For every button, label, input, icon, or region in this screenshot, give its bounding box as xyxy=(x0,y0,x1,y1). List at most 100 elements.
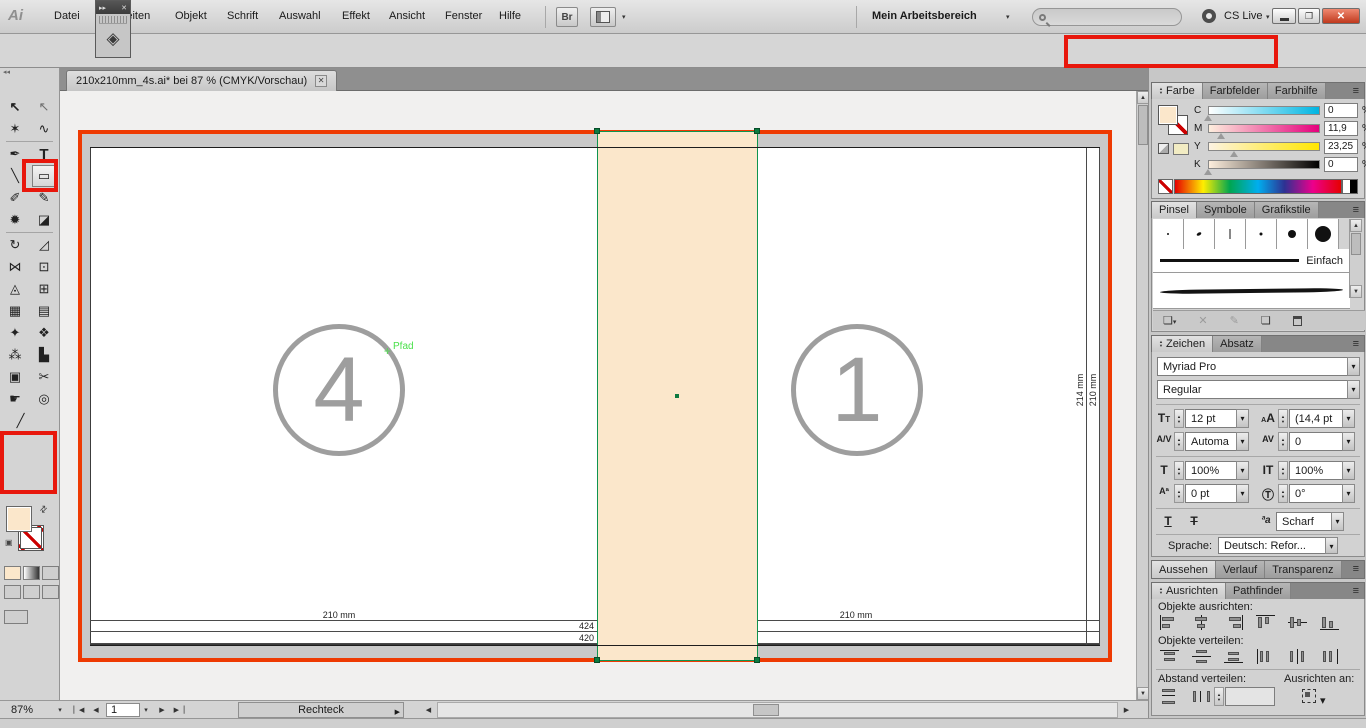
selection-handle-br[interactable] xyxy=(754,657,760,663)
baseline-shift-stepper[interactable] xyxy=(1174,484,1184,503)
selection-tool[interactable]: ↖ xyxy=(3,96,28,118)
vertical-scale-stepper[interactable] xyxy=(1278,461,1288,480)
column-graph-tool[interactable]: ▙ xyxy=(32,344,57,366)
tab-pinsel[interactable]: Pinsel xyxy=(1152,202,1197,218)
leading-dropdown-icon[interactable] xyxy=(1342,409,1355,428)
distribute-hcenter-icon[interactable] xyxy=(1288,649,1307,664)
vertical-scale-field[interactable]: 100% xyxy=(1289,461,1343,480)
kerning-stepper[interactable] xyxy=(1174,432,1184,451)
rotate-tool[interactable]: ↻ xyxy=(3,234,28,256)
distribute-top-icon[interactable] xyxy=(1160,649,1179,664)
menu-ansicht[interactable]: Ansicht xyxy=(389,10,425,22)
gradient-mode-button[interactable] xyxy=(23,566,40,580)
mesh-tool[interactable]: ▦ xyxy=(3,300,28,322)
tab-zeichen[interactable]: Zeichen xyxy=(1152,336,1213,352)
menu-datei[interactable]: Datei xyxy=(54,10,80,22)
horizontal-spacing-icon[interactable] xyxy=(1192,689,1211,704)
align-to-dropdown-icon[interactable]: ▾ xyxy=(1320,694,1326,707)
font-style-field[interactable]: Regular xyxy=(1157,380,1348,399)
new-brush-icon[interactable]: ❏ xyxy=(1261,314,1271,327)
leading-stepper[interactable] xyxy=(1278,409,1288,428)
tab-pathfinder[interactable]: Pathfinder xyxy=(1226,583,1291,599)
tab-transparenz[interactable]: Transparenz xyxy=(1265,561,1341,578)
align-left-icon[interactable] xyxy=(1160,615,1179,630)
artboard-dropdown-icon[interactable]: ▾ xyxy=(140,703,152,717)
tab-aussehen[interactable]: Aussehen xyxy=(1152,561,1216,578)
tab-farbe[interactable]: Farbe xyxy=(1152,83,1203,99)
tracking-stepper[interactable] xyxy=(1278,432,1288,451)
scroll-up-icon[interactable]: ▲ xyxy=(1350,219,1362,232)
distribute-right-icon[interactable] xyxy=(1320,649,1339,664)
baseline-shift-dropdown-icon[interactable] xyxy=(1236,484,1249,503)
color-mode-button[interactable] xyxy=(4,566,21,580)
hand-tool[interactable]: ☛ xyxy=(3,388,28,410)
tracking-field[interactable]: 0 xyxy=(1289,432,1343,451)
symbol-sprayer-tool[interactable]: ⁂ xyxy=(3,344,28,366)
brush-scrollbar[interactable]: ▲ ▼ xyxy=(1349,219,1363,298)
brush-item[interactable] xyxy=(1153,219,1184,249)
spacing-field[interactable] xyxy=(1225,687,1275,706)
none-mode-button[interactable] xyxy=(42,566,59,580)
panel-menu-icon[interactable]: ≡ xyxy=(1348,561,1364,578)
leading-field[interactable]: (14,4 pt xyxy=(1289,409,1343,428)
panel-menu-icon[interactable]: ≡ xyxy=(1348,83,1364,99)
paintbrush-tool[interactable]: ✐ xyxy=(3,187,28,209)
brush-libraries-icon[interactable]: ❏▾ xyxy=(1163,314,1176,327)
zoom-level-field[interactable]: 87% xyxy=(6,703,52,717)
underline-icon[interactable]: T xyxy=(1160,514,1176,528)
language-field[interactable]: Deutsch: Refor... xyxy=(1218,537,1326,554)
spacing-stepper[interactable] xyxy=(1214,687,1224,706)
kerning-field[interactable]: Automa xyxy=(1185,432,1237,451)
brush-item[interactable] xyxy=(1277,219,1308,249)
align-top-icon[interactable] xyxy=(1256,615,1275,630)
toolbar-fill-swatch[interactable] xyxy=(6,506,32,532)
prev-artboard-icon[interactable]: ◀ xyxy=(90,703,102,717)
type-tool[interactable]: T xyxy=(32,143,57,165)
scroll-right-icon[interactable]: ▶ xyxy=(1120,703,1133,717)
align-hcenter-icon[interactable] xyxy=(1192,615,1211,630)
brush-scroll-thumb[interactable] xyxy=(1351,233,1361,255)
blend-tool[interactable]: ❖ xyxy=(32,322,57,344)
brush-item-charcoal[interactable] xyxy=(1153,273,1350,309)
artboard[interactable] xyxy=(90,147,1100,645)
brush-item[interactable] xyxy=(1308,219,1339,249)
cyan-slider[interactable] xyxy=(1208,106,1320,115)
black-value-field[interactable]: 0 xyxy=(1324,157,1358,172)
black-slider-handle[interactable] xyxy=(1204,169,1212,175)
font-family-dropdown-icon[interactable] xyxy=(1347,357,1360,376)
scale-tool[interactable]: ◿ xyxy=(32,234,57,256)
search-input[interactable] xyxy=(1032,8,1182,26)
font-style-dropdown-icon[interactable] xyxy=(1347,380,1360,399)
bridge-button[interactable]: Br xyxy=(556,7,578,27)
panel-collapse-icon[interactable]: ▸▸ xyxy=(99,4,106,12)
color-spectrum-bar[interactable] xyxy=(1174,179,1342,194)
tab-farbfelder[interactable]: Farbfelder xyxy=(1203,83,1268,99)
antialias-dropdown-icon[interactable] xyxy=(1331,512,1344,531)
eraser-tool[interactable]: ◪ xyxy=(32,209,57,231)
char-rotation-stepper[interactable] xyxy=(1278,484,1288,503)
layers-panel-icon[interactable]: ◈ xyxy=(96,24,130,54)
cs-live-dropdown-icon[interactable]: ▾ xyxy=(1266,13,1270,21)
panel-close-icon[interactable]: ✕ xyxy=(121,4,127,12)
panel-menu-icon[interactable]: ≡ xyxy=(1348,583,1364,599)
window-minimize-button[interactable] xyxy=(1272,8,1296,24)
align-to-artboard-icon[interactable] xyxy=(1302,689,1316,703)
brush-item[interactable] xyxy=(1246,219,1277,249)
panel-menu-icon[interactable]: ≡ xyxy=(1348,202,1364,218)
brush-item[interactable] xyxy=(1184,219,1215,249)
cs-live-menu[interactable]: CS Live xyxy=(1224,10,1263,22)
gradient-tool[interactable]: ▤ xyxy=(32,300,57,322)
pen-tool[interactable]: ✒ xyxy=(3,143,28,165)
align-bottom-icon[interactable] xyxy=(1320,615,1339,630)
blob-brush-tool[interactable]: ✹ xyxy=(3,209,28,231)
default-fill-stroke-icon[interactable]: ▣ xyxy=(5,538,13,547)
yellow-value-field[interactable]: 23,25 xyxy=(1324,139,1358,154)
font-size-field[interactable]: 12 pt xyxy=(1185,409,1237,428)
font-family-field[interactable]: Myriad Pro xyxy=(1157,357,1348,376)
char-rotation-dropdown-icon[interactable] xyxy=(1342,484,1355,503)
window-restore-button[interactable] xyxy=(1298,8,1320,24)
selection-handle-tr[interactable] xyxy=(754,128,760,134)
tab-symbole[interactable]: Symbole xyxy=(1197,202,1255,218)
rectangle-tool[interactable]: ▭ xyxy=(32,165,57,187)
tab-verlauf[interactable]: Verlauf xyxy=(1216,561,1265,578)
